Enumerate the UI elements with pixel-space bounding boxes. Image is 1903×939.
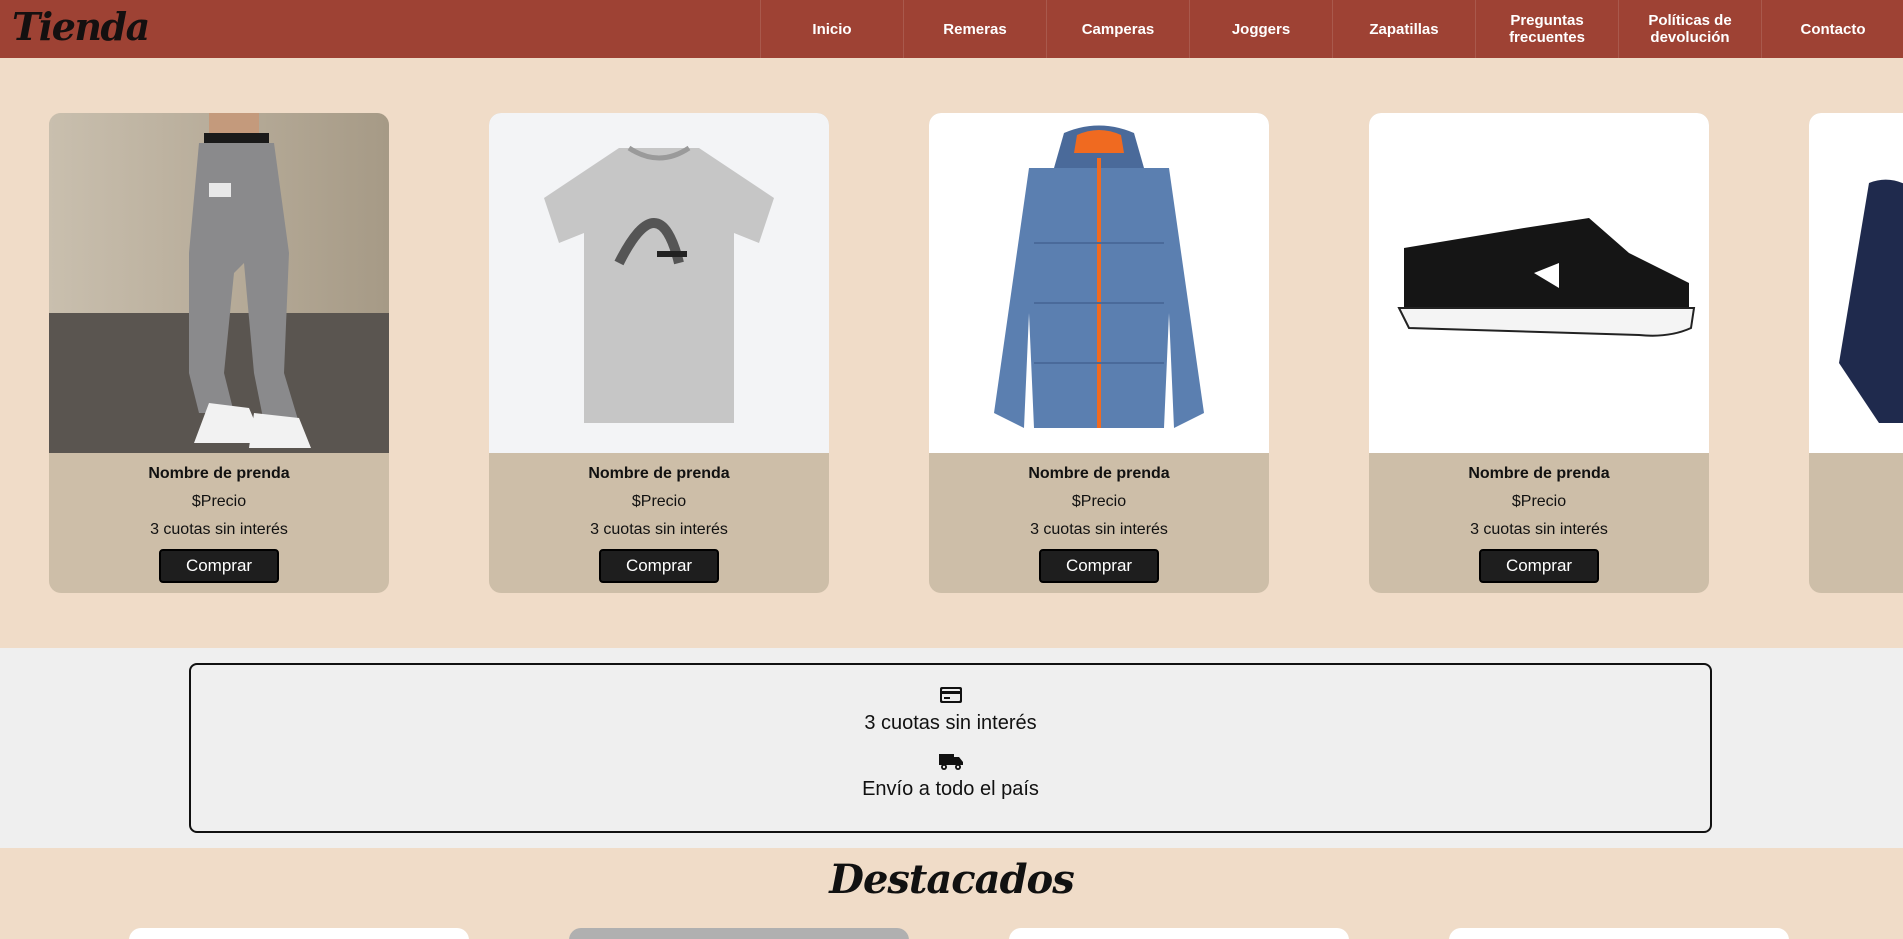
featured-card[interactable] [569,928,909,939]
buy-button[interactable]: Comprar [599,549,719,583]
truck-icon [191,751,1710,775]
featured-card[interactable] [1009,928,1349,939]
product-price: $Precio [1071,493,1127,510]
installments-info: 3 cuotas sin interés [864,712,1037,734]
product-name: Nombre de prenda [148,465,290,482]
product-image-jacket[interactable] [929,113,1269,453]
featured-card[interactable] [1449,928,1789,939]
buy-button[interactable]: Comprar [1039,549,1159,583]
product-installments: 3 cuotas sin interés [150,521,288,538]
nav-item-camperas[interactable]: Camperas [1046,0,1189,58]
product-carousel[interactable]: Nombre de prenda $Precio 3 cuotas sin in… [0,58,1903,648]
product-card-partial [1809,113,1903,593]
product-price: $Precio [631,493,687,510]
site-logo[interactable]: Tienda [12,4,150,49]
shipping-info: Envío a todo el país [862,778,1039,800]
nav-item-contacto[interactable]: Contacto [1761,0,1903,58]
product-name: Nombre de prenda [588,465,730,482]
product-installments: 3 cuotas sin interés [1470,521,1608,538]
buy-button[interactable]: Comprar [159,549,279,583]
benefits-box: 3 cuotas sin interés Envío a todo el paí… [189,663,1712,833]
nav-item-politicas-devolucion[interactable]: Políticas de devolución [1618,0,1761,58]
nav-item-preguntas-frecuentes[interactable]: Preguntas frecuentes [1475,0,1618,58]
product-info: Nombre de prenda $Precio 3 cuotas sin in… [929,453,1269,593]
featured-card[interactable] [129,928,469,939]
credit-card-icon [191,685,1710,709]
product-image-partial[interactable] [1809,113,1903,453]
product-info: Nombre de prenda $Precio 3 cuotas sin in… [1369,453,1709,593]
benefits-strip: 3 cuotas sin interés Envío a todo el paí… [0,648,1903,848]
nav-item-remeras[interactable]: Remeras [903,0,1046,58]
product-card: Nombre de prenda $Precio 3 cuotas sin in… [1369,113,1709,593]
product-image-jogger[interactable] [49,113,389,453]
product-installments: 3 cuotas sin interés [1030,521,1168,538]
product-card: Nombre de prenda $Precio 3 cuotas sin in… [489,113,829,593]
product-info: Nombre de prenda $Precio 3 cuotas sin in… [489,453,829,593]
product-price: $Precio [1511,493,1567,510]
product-image-sneaker[interactable] [1369,113,1709,453]
nav-item-zapatillas[interactable]: Zapatillas [1332,0,1475,58]
nav-item-joggers[interactable]: Joggers [1189,0,1332,58]
product-card: Nombre de prenda $Precio 3 cuotas sin in… [929,113,1269,593]
main-nav: Inicio Remeras Camperas Joggers Zapatill… [760,0,1903,58]
product-name: Nombre de prenda [1468,465,1610,482]
product-name: Nombre de prenda [1028,465,1170,482]
product-info: Nombre de prenda $Precio 3 cuotas sin in… [49,453,389,593]
top-navbar: Tienda Inicio Remeras Camperas Joggers Z… [0,0,1903,58]
product-image-tshirt[interactable] [489,113,829,453]
product-installments: 3 cuotas sin interés [590,521,728,538]
product-card: Nombre de prenda $Precio 3 cuotas sin in… [49,113,389,593]
product-info [1809,453,1903,593]
buy-button[interactable]: Comprar [1479,549,1599,583]
nav-item-inicio[interactable]: Inicio [760,0,903,58]
product-price: $Precio [191,493,247,510]
featured-title: Destacados [829,856,1075,903]
